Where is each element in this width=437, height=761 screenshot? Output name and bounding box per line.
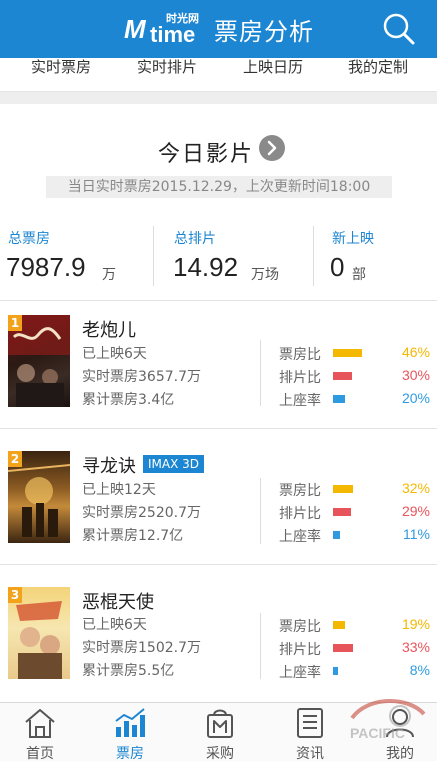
today-more-button[interactable] — [259, 135, 285, 161]
stat-total-boxoffice-unit: 万 — [102, 267, 116, 283]
movie-title[interactable]: 寻龙诀 — [82, 452, 136, 478]
boxoffice-share-value: 46% — [401, 344, 430, 360]
rank-badge: 2 — [8, 451, 22, 467]
metric-label: 票房比 — [279, 619, 321, 635]
watermark-text: PACIFIC — [350, 725, 405, 741]
nav-news[interactable]: 资讯 — [275, 703, 345, 761]
rank-badge: 3 — [8, 587, 22, 603]
nav-label: 资讯 — [296, 746, 324, 761]
nav-boxoffice[interactable]: 票房 — [95, 703, 165, 761]
search-icon — [383, 13, 415, 45]
metric-label: 排片比 — [279, 642, 321, 658]
nav-label: 首页 — [26, 746, 54, 761]
metric-divider — [260, 340, 261, 406]
movie-total-boxoffice: 累计票房5.5亿 — [82, 663, 175, 679]
tab-realtime-schedule[interactable]: 实时排片 — [137, 58, 197, 76]
row-divider — [0, 300, 437, 301]
schedule-share-bar — [333, 644, 353, 652]
stat-total-schedule-unit: 万场 — [251, 267, 279, 283]
movie-total-boxoffice: 累计票房3.4亿 — [82, 392, 175, 408]
stat-new-release-unit: 部 — [352, 267, 366, 283]
tab-realtime-boxoffice[interactable]: 实时票房 — [31, 58, 91, 76]
stat-new-release-label: 新上映 — [332, 231, 374, 247]
stat-total-schedule-value: 14.92 — [173, 252, 239, 282]
nav-purchase[interactable]: 采购 — [185, 703, 255, 761]
schedule-share-bar — [333, 372, 352, 380]
metric-label: 上座率 — [279, 665, 321, 681]
movie-days: 已上映6天 — [82, 346, 147, 362]
nav-label: 采购 — [206, 746, 234, 761]
schedule-share-bar — [333, 508, 351, 516]
stat-total-boxoffice-value: 7987.9 — [6, 252, 86, 282]
boxoffice-share-bar — [333, 485, 353, 493]
occupancy-rate-value: 20% — [401, 390, 430, 406]
tab-my-custom[interactable]: 我的定制 — [348, 58, 408, 76]
row-divider — [0, 564, 437, 565]
rank-badge: 1 — [8, 315, 22, 331]
nav-label: 票房 — [116, 746, 144, 761]
update-info: 当日实时票房2015.12.29，上次更新时间18:00 — [46, 176, 392, 198]
logo-m: M — [124, 14, 146, 44]
news-icon — [297, 708, 323, 738]
top-tabs: 实时票房 实时排片 上映日历 我的定制 — [0, 58, 437, 92]
metric-divider — [260, 478, 261, 544]
section-divider — [0, 92, 437, 104]
movie-poster[interactable]: 2 — [8, 451, 70, 543]
today-movies-title[interactable]: 今日影片 — [158, 136, 254, 168]
stat-total-boxoffice-label: 总票房 — [8, 231, 50, 247]
bar-chart-icon — [115, 708, 145, 737]
stat-total-schedule-label: 总排片 — [174, 231, 216, 247]
movie-poster[interactable]: 3 — [8, 587, 70, 679]
stat-new-release-value: 0 — [330, 252, 345, 282]
metric-label: 票房比 — [279, 347, 321, 363]
metric-label: 排片比 — [279, 506, 321, 522]
movie-days: 已上映6天 — [82, 617, 147, 633]
movie-total-boxoffice: 累计票房12.7亿 — [82, 528, 184, 544]
movie-title[interactable]: 老炮儿 — [82, 316, 136, 342]
schedule-share-value: 30% — [401, 367, 430, 383]
boxoffice-share-bar — [333, 621, 345, 629]
occupancy-rate-bar — [333, 667, 338, 675]
occupancy-rate-value: 8% — [409, 662, 430, 678]
boxoffice-share-bar — [333, 349, 362, 357]
movie-poster[interactable]: 1 — [8, 315, 70, 407]
chevron-right-icon — [267, 140, 277, 156]
metric-divider — [260, 613, 261, 679]
tab-release-calendar[interactable]: 上映日历 — [243, 58, 303, 76]
nav-home[interactable]: 首页 — [5, 703, 75, 761]
movie-realtime-boxoffice: 实时票房3657.7万 — [82, 369, 201, 385]
movie-realtime-boxoffice: 实时票房2520.7万 — [82, 505, 201, 521]
home-icon — [25, 709, 55, 738]
schedule-share-value: 33% — [401, 639, 430, 655]
shopping-bag-icon — [207, 709, 233, 738]
stat-divider — [313, 226, 314, 286]
occupancy-rate-bar — [333, 395, 345, 403]
metric-label: 上座率 — [279, 393, 321, 409]
movie-days: 已上映12天 — [82, 482, 156, 498]
app-header: M 时光网 time 票房分析 — [0, 0, 437, 58]
movie-realtime-boxoffice: 实时票房1502.7万 — [82, 640, 201, 656]
mtime-logo[interactable]: M 时光网 time — [124, 10, 208, 47]
boxoffice-share-value: 32% — [401, 480, 430, 496]
boxoffice-share-value: 19% — [401, 616, 430, 632]
occupancy-rate-value: 11% — [403, 526, 430, 542]
pacific-watermark: PACIFIC — [350, 699, 426, 741]
movie-title[interactable]: 恶棍天使 — [82, 588, 154, 614]
logo-word: time — [150, 22, 196, 47]
schedule-share-value: 29% — [401, 503, 430, 519]
imax-badge: IMAX 3D — [143, 455, 205, 473]
stat-divider — [153, 226, 154, 286]
metric-label: 票房比 — [279, 483, 321, 499]
search-button[interactable] — [380, 10, 418, 48]
occupancy-rate-bar — [333, 531, 340, 539]
metric-label: 排片比 — [279, 370, 321, 386]
metric-label: 上座率 — [279, 529, 321, 545]
page-title: 票房分析 — [214, 18, 314, 46]
row-divider — [0, 428, 437, 429]
